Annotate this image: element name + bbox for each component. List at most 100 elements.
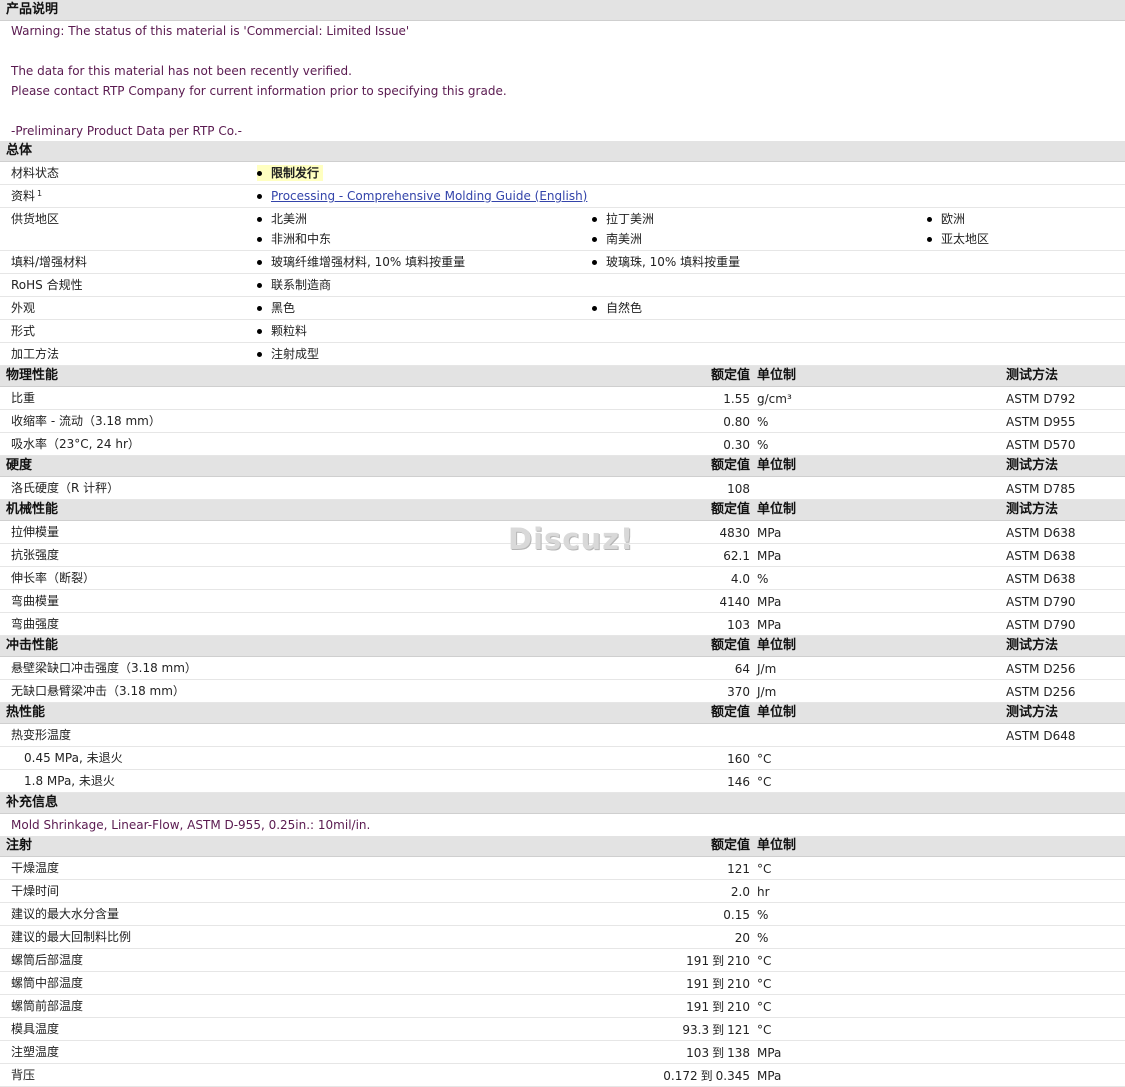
test-method: ASTM D638 bbox=[1006, 526, 1076, 540]
row-value: 1.55 bbox=[723, 392, 750, 406]
row-value: 93.3 到 121 bbox=[682, 1022, 750, 1038]
range-to: 138 bbox=[727, 1046, 750, 1060]
row-label: 无缺口悬臂梁冲击（3.18 mm） bbox=[11, 684, 185, 698]
row-label: 洛氏硬度（R 计秤） bbox=[11, 481, 120, 495]
injection-row: 干燥时间 2.0 hr bbox=[0, 880, 1125, 903]
section-header-hardness: 硬度 额定值 单位制 测试方法 bbox=[0, 456, 1125, 477]
section-header-physical: 物理性能 额定值 单位制 测试方法 bbox=[0, 366, 1125, 387]
row-label: 1.8 MPa, 未退火 bbox=[24, 774, 115, 788]
column-header-unit: 单位制 bbox=[757, 638, 797, 653]
test-method: ASTM D790 bbox=[1006, 595, 1076, 609]
row-value: 370 bbox=[727, 685, 750, 699]
test-method: ASTM D790 bbox=[1006, 618, 1076, 632]
section-title: 热性能 bbox=[6, 705, 46, 720]
general-row-rohs: RoHS 合规性 联系制造商 bbox=[0, 274, 1125, 297]
injection-row: 建议的最大回制料比例 20% bbox=[0, 926, 1125, 949]
row-label: 抗张强度 bbox=[11, 548, 60, 562]
row-value: 108 bbox=[727, 482, 750, 496]
row-label: 注塑温度 bbox=[11, 1045, 60, 1059]
row-value: 191 到 210 bbox=[686, 999, 750, 1015]
range-from: 103 bbox=[686, 1046, 710, 1060]
impact-row: 悬壁梁缺口冲击强度（3.18 mm） 64 J/m ASTM D256 bbox=[0, 657, 1125, 680]
row-label: 弯曲模量 bbox=[11, 594, 60, 608]
column-header-value: 额定值 bbox=[710, 838, 750, 853]
injection-row: 模具温度 93.3 到 121 °C bbox=[0, 1018, 1125, 1041]
row-label: RoHS 合规性 bbox=[11, 278, 83, 292]
general-row-appearance: 外观 黑色 自然色 bbox=[0, 297, 1125, 320]
thermal-sub-row: 0.45 MPa, 未退火 160 °C bbox=[0, 747, 1125, 770]
row-unit: MPa bbox=[757, 526, 782, 540]
section-header-description: 产品说明 bbox=[0, 0, 1125, 21]
test-method: ASTM D785 bbox=[1006, 482, 1076, 496]
section-header-injection: 注射 额定值 单位制 bbox=[0, 836, 1125, 857]
general-row-form: 形式 颗粒料 bbox=[0, 320, 1125, 343]
physical-row: 收缩率 - 流动（3.18 mm） 0.80% ASTM D955 bbox=[0, 410, 1125, 433]
test-method: ASTM D570 bbox=[1006, 438, 1076, 452]
description-line: Warning: The status of this material is … bbox=[11, 24, 410, 38]
region-item: 欧洲 bbox=[927, 211, 965, 227]
region-item: 非洲和中东 bbox=[257, 231, 331, 247]
range-to: 210 bbox=[727, 977, 750, 991]
region-item: 南美洲 bbox=[592, 231, 642, 247]
row-value: 2.0 bbox=[730, 885, 750, 899]
section-header-impact: 冲击性能 额定值 单位制 测试方法 bbox=[0, 636, 1125, 657]
row-unit: °C bbox=[757, 954, 772, 968]
test-method: ASTM D638 bbox=[1006, 572, 1076, 586]
mechanical-row: 弯曲强度 103 MPa ASTM D790 bbox=[0, 613, 1125, 636]
general-row-filler: 填料/增强材料 玻璃纤维增强材料, 10% 填料按重量 玻璃珠, 10% 填料按… bbox=[0, 251, 1125, 274]
mechanical-row: 伸长率（断裂） 4.0% ASTM D638 bbox=[0, 567, 1125, 590]
column-header-value: 额定值 bbox=[710, 458, 750, 473]
mechanical-row: 弯曲模量 4140 MPa ASTM D790 bbox=[0, 590, 1125, 613]
row-label: 资料 1 bbox=[11, 188, 42, 204]
row-unit: MPa bbox=[757, 549, 782, 563]
test-method: ASTM D792 bbox=[1006, 392, 1076, 406]
filler-item: 玻璃珠, 10% 填料按重量 bbox=[592, 254, 740, 270]
section-title: 硬度 bbox=[6, 458, 33, 473]
injection-row: 螺筒中部温度 191 到 210 °C bbox=[0, 972, 1125, 995]
row-value: 103 到 138 bbox=[686, 1045, 750, 1061]
row-value: 0.15 bbox=[723, 908, 750, 922]
physical-row: 吸水率（23°C, 24 hr） 0.30% ASTM D570 bbox=[0, 433, 1125, 456]
row-unit: % bbox=[757, 908, 769, 922]
row-value: 0.172 到 0.345 bbox=[663, 1068, 750, 1084]
description-block: Warning: The status of this material is … bbox=[0, 21, 1125, 141]
physical-row: 比重 1.55 g/cm³ ASTM D792 bbox=[0, 387, 1125, 410]
injection-row: 建议的最大水分含量 0.15% bbox=[0, 903, 1125, 926]
section-header-thermal: 热性能 额定值 单位制 测试方法 bbox=[0, 703, 1125, 724]
hardness-row: 洛氏硬度（R 计秤） 108 ASTM D785 bbox=[0, 477, 1125, 500]
general-row-docs: 资料 1 Processing - Comprehensive Molding G… bbox=[0, 185, 1125, 208]
test-method: ASTM D256 bbox=[1006, 685, 1076, 699]
row-value: 191 到 210 bbox=[686, 953, 750, 969]
row-label: 填料/增强材料 bbox=[11, 255, 88, 269]
row-label: 模具温度 bbox=[11, 1022, 60, 1036]
row-value: 0.30 bbox=[723, 438, 750, 452]
range-to: 0.345 bbox=[715, 1069, 750, 1083]
molding-guide-link[interactable]: Processing - Comprehensive Molding Guide… bbox=[271, 189, 587, 203]
test-method: ASTM D638 bbox=[1006, 549, 1076, 563]
thermal-row-hdt: 热变形温度 ASTM D648 bbox=[0, 724, 1125, 747]
range-separator: 到 bbox=[712, 1000, 725, 1014]
row-label: 干燥时间 bbox=[11, 884, 60, 898]
row-label: 吸水率（23°C, 24 hr） bbox=[11, 437, 140, 451]
region-item: 亚太地区 bbox=[927, 231, 989, 247]
row-unit: MPa bbox=[757, 595, 782, 609]
column-header-method: 测试方法 bbox=[1006, 502, 1059, 517]
row-value: 0.80 bbox=[723, 415, 750, 429]
section-title: 冲击性能 bbox=[6, 638, 59, 653]
column-header-unit: 单位制 bbox=[757, 502, 797, 517]
row-unit: hr bbox=[757, 885, 770, 899]
injection-row: 注塑温度 103 到 138 MPa bbox=[0, 1041, 1125, 1064]
row-label: 供货地区 bbox=[11, 212, 60, 226]
section-title: 产品说明 bbox=[6, 2, 59, 17]
section-title: 机械性能 bbox=[6, 502, 59, 517]
row-label: 形式 bbox=[11, 324, 36, 338]
range-separator: 到 bbox=[712, 954, 725, 968]
discuz-watermark: Discuz! bbox=[508, 522, 635, 556]
status-badge: 限制发行 bbox=[257, 165, 324, 181]
row-unit: % bbox=[757, 572, 769, 586]
general-row-process: 加工方法 注射成型 bbox=[0, 343, 1125, 366]
injection-row: 螺筒后部温度 191 到 210 °C bbox=[0, 949, 1125, 972]
section-title: 注射 bbox=[6, 838, 33, 853]
column-header-method: 测试方法 bbox=[1006, 638, 1059, 653]
appearance-item: 自然色 bbox=[592, 300, 642, 316]
